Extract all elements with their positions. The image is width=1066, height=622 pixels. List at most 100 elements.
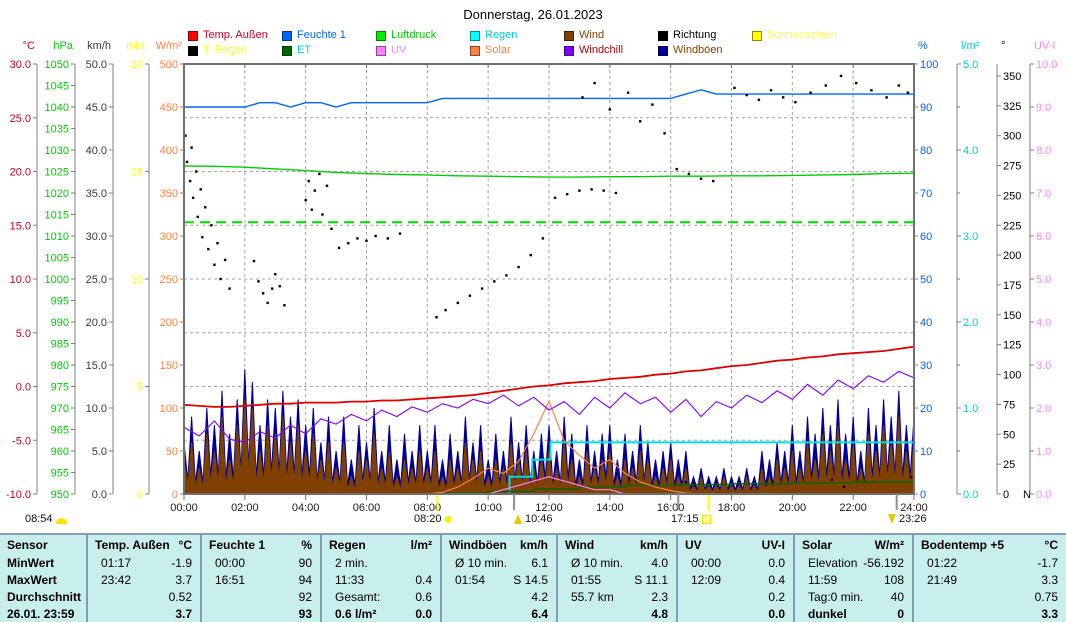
stats-cell-label: 0.6 l/m² <box>329 606 376 622</box>
stats-cell: 55.7 km2.3 <box>558 589 676 606</box>
axis-unit-label: UV-I <box>1034 40 1055 52</box>
weather-station-dashboard: Donnerstag, 26.01.2023 Temp. AußenFeucht… <box>0 0 1066 622</box>
sun-time-label: 10:46 <box>525 513 553 525</box>
sun-time-annotation: 08:20 <box>414 511 452 527</box>
stats-cell-value: 0 <box>897 606 904 622</box>
axis-tick-label: 1015 <box>45 210 69 222</box>
axis-unit-label: hPa <box>53 40 73 52</box>
axis-tick-label: 35.0 <box>86 188 107 200</box>
axis-deg: 0N25507510012515017520022525027530032535… <box>997 40 1031 501</box>
axis-tick-label: 10.0 <box>1036 59 1057 71</box>
axis-tick-label: 975 <box>51 382 69 394</box>
stats-cell-value: 0.0 <box>768 606 785 622</box>
axis-tick-label: 5 <box>137 382 143 394</box>
stats-cell: 4.8 <box>558 606 676 622</box>
axis-tick-label: 1020 <box>45 188 69 200</box>
axis-tick-label: -5.0 <box>12 435 31 447</box>
axis-tick-label: 5.0 <box>963 59 978 71</box>
axis-tick-label: 200 <box>1003 250 1021 262</box>
axis-tick-label: 100 <box>160 403 178 415</box>
stats-cell-value: -1.9 <box>171 555 192 572</box>
stats-cell-label: 01:55 <box>565 572 601 589</box>
stats-cell-value: 0.4 <box>415 572 432 589</box>
stats-cell-value: 0.6 <box>415 589 432 606</box>
weather-chart-canvas: -10.0-5.00.05.010.015.020.025.030.0°C950… <box>0 0 1066 533</box>
axis-tick-label: 15 <box>131 167 143 179</box>
stats-row-label: Durchschnitt <box>0 589 86 606</box>
axis-tick-label: 50.0 <box>86 59 107 71</box>
axis-tick-label: 10.0 <box>86 403 107 415</box>
axis-tick-label: 70 <box>920 188 932 200</box>
axis-tick-label: 1045 <box>45 81 69 93</box>
axis-tick-label: 965 <box>51 425 69 437</box>
axis-tick-label: 200 <box>160 317 178 329</box>
axis-hpa: 9509559609659709759809859909951000100510… <box>45 40 75 501</box>
axis-tick-label: 9.0 <box>1036 102 1051 114</box>
axis-tick-label: 1030 <box>45 145 69 157</box>
stats-cell-label: 00:00 <box>685 555 721 572</box>
stats-col-name: Solar <box>802 536 832 555</box>
stats-cell: 2 min. <box>322 555 440 572</box>
axis-unit-label: °C <box>23 40 35 52</box>
axis-lm2: 0.01.02.03.04.05.0l/m² <box>957 40 980 501</box>
axis-tick-label: 6.0 <box>1036 231 1051 243</box>
stats-cell-value: 94 <box>299 572 312 589</box>
sunrise-icon <box>445 516 452 523</box>
axis-tick-label: 125 <box>1003 340 1021 352</box>
stats-cell: 12:090.4 <box>678 572 793 589</box>
stats-row-label: MinWert <box>0 555 86 572</box>
axis-tick-label: 50 <box>920 274 932 286</box>
axis-tick-label: 90 <box>920 102 932 114</box>
stats-col-unit: °C <box>1045 536 1058 555</box>
stats-label-text: Sensor <box>7 536 48 555</box>
stats-col-temp-aussen: Temp. Außen°C01:17-1.923:423.70.523.7 <box>86 535 200 622</box>
axis-tick-label: 1035 <box>45 124 69 136</box>
axis-tick-label: 250 <box>160 274 178 286</box>
axis-tick-label: 960 <box>51 446 69 458</box>
stats-header-cell: Temp. Außen°C <box>88 536 200 555</box>
axis-tick-label: 350 <box>160 188 178 200</box>
axis-tick-label: 300 <box>1003 131 1021 143</box>
axis-tick-label: 5.0 <box>16 328 31 340</box>
axis-tick-label: -10.0 <box>6 489 31 501</box>
stats-label-text: 26.01. 23:59 <box>7 606 74 622</box>
stats-cell-label: 01:22 <box>921 555 957 572</box>
axis-tick-label: 225 <box>1003 220 1021 232</box>
stats-cell-label <box>685 589 691 606</box>
stats-cell-label <box>95 606 101 622</box>
stats-cell-value: 2.3 <box>651 589 668 606</box>
sun-time-label: 17:15 <box>671 513 699 525</box>
axis-tick-label: 50 <box>1003 429 1015 441</box>
stats-cell: 3.3 <box>914 606 1066 622</box>
stats-cell: 0.2 <box>678 589 793 606</box>
axis-tick-label: 25.0 <box>86 274 107 286</box>
stats-col-name: Windböen <box>449 536 507 555</box>
stats-label-text: MaxWert <box>7 572 57 589</box>
stats-col-name: Regen <box>329 536 366 555</box>
sun-time-annotation: 10:46 <box>514 511 553 527</box>
axis-tick-label: 80 <box>920 145 932 157</box>
axis-unit-label: W/m² <box>156 40 183 52</box>
stats-cell-label <box>209 589 215 606</box>
stats-cell-value: 0.2 <box>768 589 785 606</box>
stats-cell-label: 23:42 <box>95 572 131 589</box>
stats-cell-label <box>449 606 455 622</box>
axis-tick-label: 30 <box>920 360 932 372</box>
stats-header-cell: Bodentemp +5°C <box>914 536 1066 555</box>
stats-header-cell: Windböen km/h <box>442 536 556 555</box>
axis-tick-label: 20 <box>920 403 932 415</box>
stats-cell: 0.6 l/m²0.0 <box>322 606 440 622</box>
axis-tick-label: 100 <box>1003 370 1021 382</box>
stats-cell: 16:5194 <box>202 572 320 589</box>
stats-cell-value: 0.52 <box>169 589 192 606</box>
stats-col-unit: % <box>301 536 312 555</box>
stats-cell-value: 3.3 <box>1041 606 1058 622</box>
axis-kmh: 0.05.010.015.020.025.030.035.040.045.050… <box>86 40 113 501</box>
axis-tick-label: 5.0 <box>1036 274 1051 286</box>
axis-tick-label: 275 <box>1003 161 1021 173</box>
stats-col-windboeen: Windböenkm/hØ 10 min.6.101:54S 14.54.26.… <box>440 535 556 622</box>
axis-tick-label: 25 <box>1003 459 1015 471</box>
stats-col-unit: km/h <box>520 536 548 555</box>
stats-cell-label: Gesamt: <box>329 589 380 606</box>
axis-tick-label: 1.0 <box>963 403 978 415</box>
